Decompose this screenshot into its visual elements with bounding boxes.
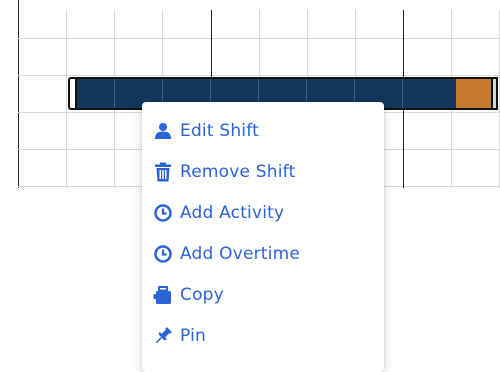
menu-item-add-overtime[interactable]: Add Overtime (142, 234, 384, 274)
menu-item-label: Add Activity (180, 203, 285, 223)
user-icon (152, 120, 174, 142)
shift-cell-divider (402, 79, 403, 108)
shift-start-handle[interactable] (68, 77, 77, 110)
shift-end-handle[interactable] (491, 77, 498, 110)
grid-col-line (66, 10, 67, 188)
context-menu: Edit Shift Remove Shift Add Activity Add… (142, 102, 384, 372)
clock-icon (152, 202, 174, 224)
menu-item-label: Copy (180, 285, 224, 305)
grid-left-axis (18, 0, 19, 188)
menu-item-label: Edit Shift (180, 121, 259, 141)
menu-item-edit-shift[interactable]: Edit Shift (142, 111, 384, 151)
menu-item-remove-shift[interactable]: Remove Shift (142, 152, 384, 192)
menu-item-label: Pin (180, 326, 206, 346)
menu-item-add-activity[interactable]: Add Activity (142, 193, 384, 233)
copy-icon (152, 284, 174, 306)
trash-icon (152, 161, 174, 183)
clock-icon (152, 243, 174, 265)
pin-icon (152, 325, 174, 347)
menu-item-copy[interactable]: Copy (142, 275, 384, 315)
shift-cell-divider (114, 79, 115, 108)
menu-item-label: Add Overtime (180, 244, 301, 264)
menu-item-pin[interactable]: Pin (142, 316, 384, 356)
overtime-segment[interactable] (456, 77, 491, 110)
menu-item-label: Remove Shift (180, 162, 296, 182)
